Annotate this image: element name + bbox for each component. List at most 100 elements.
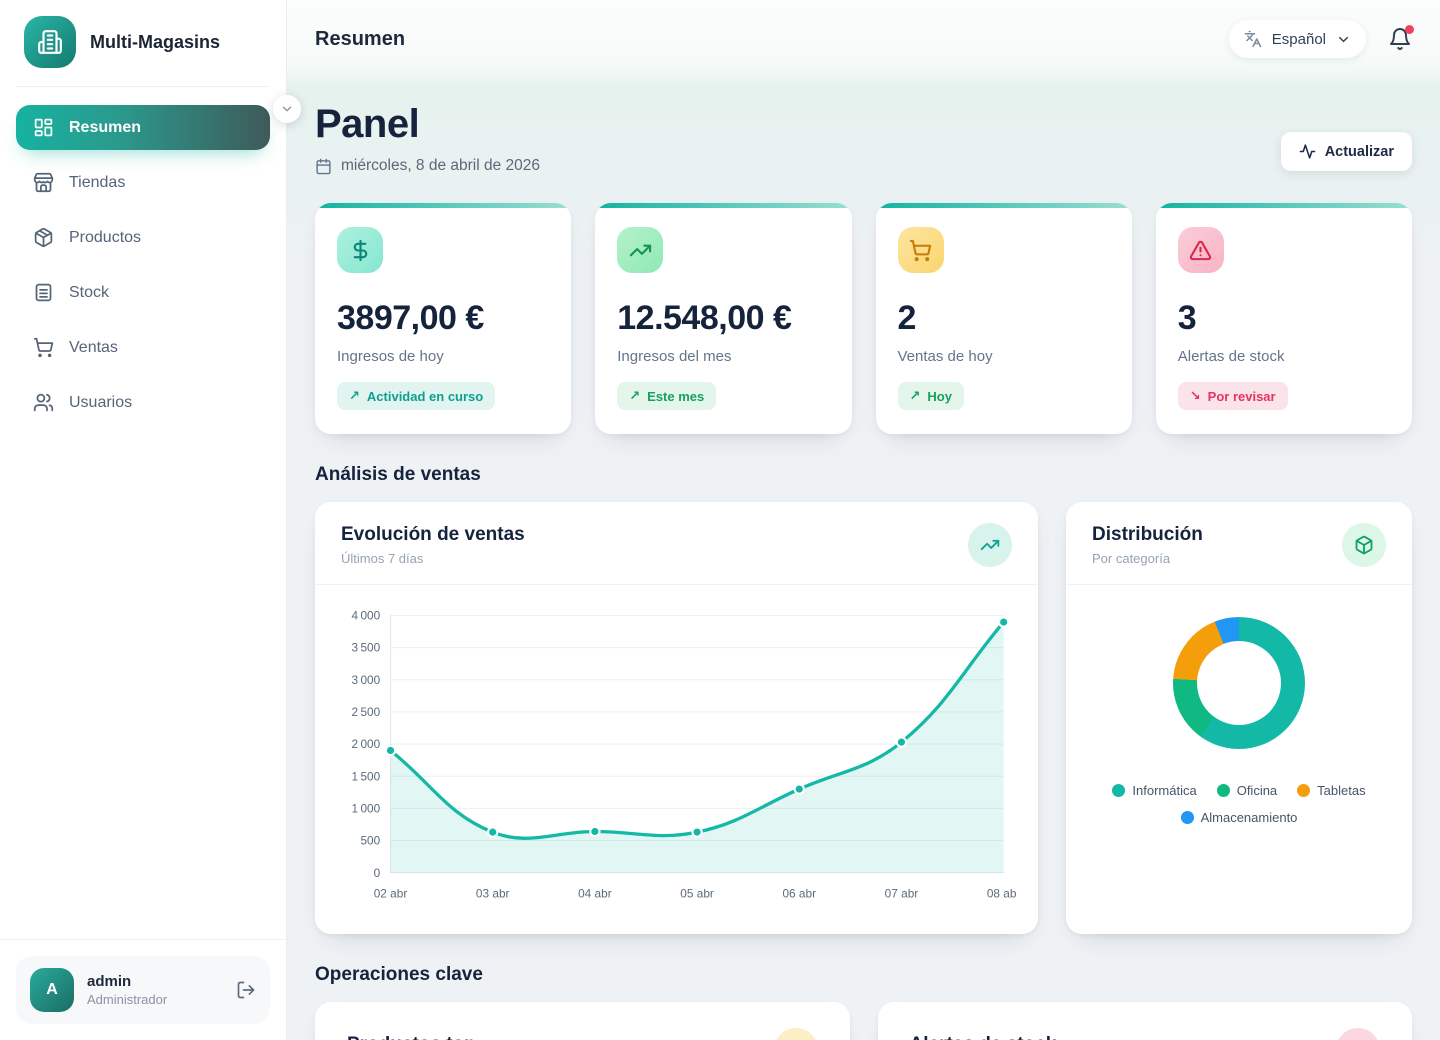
- legend-item-almacenamiento[interactable]: Almacenamiento: [1181, 810, 1298, 825]
- legend-item-tabletas[interactable]: Tabletas: [1297, 783, 1365, 798]
- sidebar-item-label: Usuarios: [69, 394, 132, 412]
- logout-button[interactable]: [236, 980, 256, 1000]
- svg-text:3 000: 3 000: [352, 673, 381, 687]
- svg-text:07 abr: 07 abr: [885, 886, 919, 900]
- stat-label: Ventas de hoy: [898, 348, 1110, 365]
- notification-dot: [1405, 25, 1414, 34]
- distribution-card: Distribución Por categoría Informática O…: [1066, 502, 1412, 934]
- svg-text:06 abr: 06 abr: [782, 886, 816, 900]
- sidebar-item-label: Productos: [69, 229, 141, 247]
- bottom-cards: Productos top Alertas de stock: [315, 1002, 1412, 1040]
- language-selector[interactable]: Español: [1229, 20, 1366, 58]
- section-analysis-title: Análisis de ventas: [315, 464, 1412, 486]
- arrow-down-right-icon: ↘: [1190, 388, 1201, 404]
- arrow-up-right-icon: ↗: [349, 388, 360, 404]
- sidebar-item-tiendas[interactable]: Tiendas: [16, 160, 270, 205]
- cart-icon: [909, 239, 932, 262]
- arrow-up-right-icon: ↗: [629, 388, 640, 404]
- alert-triangle-icon: [1189, 239, 1212, 262]
- languages-icon: [1244, 30, 1262, 48]
- page-title: Panel: [315, 102, 540, 147]
- section-operations-title: Operaciones clave: [315, 964, 1412, 986]
- stat-card-ventas-hoy: 2 Ventas de hoy ↗Hoy: [876, 203, 1132, 434]
- sidebar-item-stock[interactable]: Stock: [16, 270, 270, 315]
- sidebar-item-label: Tiendas: [69, 174, 125, 192]
- svg-text:500: 500: [360, 834, 380, 848]
- stat-value: 3897,00 €: [337, 299, 549, 338]
- stat-card-alertas-stock: 3 Alertas de stock ↘Por revisar: [1156, 203, 1412, 434]
- chart-subtitle: Por categoría: [1092, 551, 1203, 566]
- card-title: Productos top: [347, 1034, 476, 1040]
- user-name: admin: [87, 973, 223, 990]
- chevron-down-icon: [1336, 32, 1351, 47]
- activity-icon: [1299, 143, 1316, 160]
- sidebar-item-label: Ventas: [69, 339, 118, 357]
- current-date: miércoles, 8 de abril de 2026: [341, 157, 540, 175]
- stat-label: Alertas de stock: [1178, 348, 1390, 365]
- svg-text:3 500: 3 500: [352, 641, 381, 655]
- store-icon: [33, 172, 54, 193]
- legend-item-informatica[interactable]: Informática: [1112, 783, 1196, 798]
- sales-evolution-card: Evolución de ventas Últimos 7 días 0 500 1…: [315, 502, 1038, 934]
- svg-text:1 500: 1 500: [352, 769, 381, 783]
- sidebar-item-productos[interactable]: Productos: [16, 215, 270, 260]
- svg-text:04 abr: 04 abr: [578, 886, 612, 900]
- status-badge: ↘Por revisar: [1178, 382, 1288, 410]
- topbar-title: Resumen: [315, 28, 405, 51]
- sidebar-nav: Resumen Tiendas Productos Stock Ventas U…: [0, 87, 286, 939]
- sales-line-chart: 05001 0001 5002 0002 5003 0003 5004 0000…: [315, 585, 1038, 934]
- sidebar: Multi-Magasins Resumen Tiendas Productos…: [0, 0, 287, 1040]
- topbar: Resumen Español: [287, 0, 1440, 78]
- svg-text:2 000: 2 000: [352, 737, 381, 751]
- sidebar-item-ventas[interactable]: Ventas: [16, 325, 270, 370]
- dollar-icon: [349, 239, 372, 262]
- sidebar-item-label: Resumen: [69, 119, 141, 137]
- stat-value: 12.548,00 €: [617, 299, 829, 338]
- brand-logo: [24, 16, 76, 68]
- status-badge: ↗Este mes: [617, 382, 716, 410]
- cart-icon: [33, 337, 54, 358]
- trending-up-icon: [980, 535, 1000, 555]
- stat-value: 3: [1178, 299, 1390, 338]
- svg-text:2 500: 2 500: [352, 705, 381, 719]
- brand-name: Multi-Magasins: [90, 32, 220, 53]
- svg-text:0: 0: [374, 866, 381, 880]
- legend-item-oficina[interactable]: Oficina: [1217, 783, 1277, 798]
- stat-value: 2: [898, 299, 1110, 338]
- chart-subtitle: Últimos 7 días: [341, 551, 525, 566]
- status-badge: ↗Actividad en curso: [337, 382, 495, 410]
- chart-title: Evolución de ventas: [341, 524, 525, 546]
- stat-card-ingresos-hoy: 3897,00 € Ingresos de hoy ↗Actividad en …: [315, 203, 571, 434]
- sidebar-item-resumen[interactable]: Resumen: [16, 105, 270, 150]
- sidebar-item-usuarios[interactable]: Usuarios: [16, 380, 270, 425]
- sidebar-collapse-button[interactable]: [273, 95, 301, 123]
- trending-up-icon: [629, 239, 652, 262]
- refresh-button[interactable]: Actualizar: [1281, 132, 1412, 171]
- category-donut-chart: [1173, 617, 1305, 749]
- top-products-card: Productos top: [315, 1002, 850, 1040]
- svg-text:02 abr: 02 abr: [374, 886, 408, 900]
- stock-alerts-card: Alertas de stock: [878, 1002, 1413, 1040]
- arrow-up-right-icon: ↗: [910, 388, 921, 404]
- chart-title: Distribución: [1092, 524, 1203, 546]
- package-icon: [33, 227, 54, 248]
- brand: Multi-Magasins: [16, 0, 270, 87]
- users-icon: [33, 392, 54, 413]
- svg-text:03 abr: 03 abr: [476, 886, 510, 900]
- svg-text:05 abr: 05 abr: [680, 886, 714, 900]
- avatar: A: [30, 968, 74, 1012]
- user-card: A admin Administrador: [16, 956, 270, 1024]
- main-content: Resumen Español Panel miércoles, 8 de ab…: [287, 0, 1440, 1040]
- language-value: Español: [1272, 31, 1326, 48]
- stat-cards: 3897,00 € Ingresos de hoy ↗Actividad en …: [315, 203, 1412, 434]
- logout-icon: [236, 980, 256, 1000]
- notifications-button[interactable]: [1388, 27, 1412, 51]
- chevron-down-icon: [280, 102, 294, 116]
- building-icon: [37, 29, 63, 55]
- svg-text:08 abr: 08 abr: [987, 886, 1016, 900]
- sidebar-item-label: Stock: [69, 284, 109, 302]
- date-row: miércoles, 8 de abril de 2026: [315, 157, 540, 175]
- page-header: Panel miércoles, 8 de abril de 2026 Actu…: [287, 78, 1440, 197]
- stat-label: Ingresos del mes: [617, 348, 829, 365]
- warehouse-icon: [33, 282, 54, 303]
